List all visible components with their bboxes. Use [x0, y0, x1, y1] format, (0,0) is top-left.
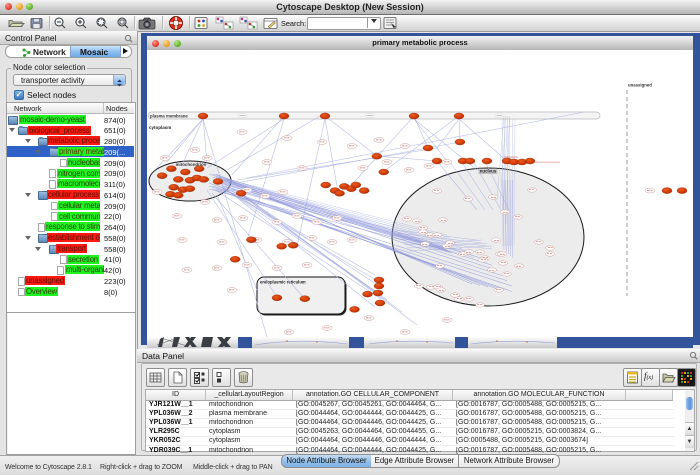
svg-text:nucleus: nucleus: [480, 169, 497, 174]
svg-text:cytoplasm: cytoplasm: [149, 125, 171, 130]
svg-text:plasma membrane: plasma membrane: [150, 113, 188, 118]
svg-text:unassigned: unassigned: [628, 83, 652, 88]
